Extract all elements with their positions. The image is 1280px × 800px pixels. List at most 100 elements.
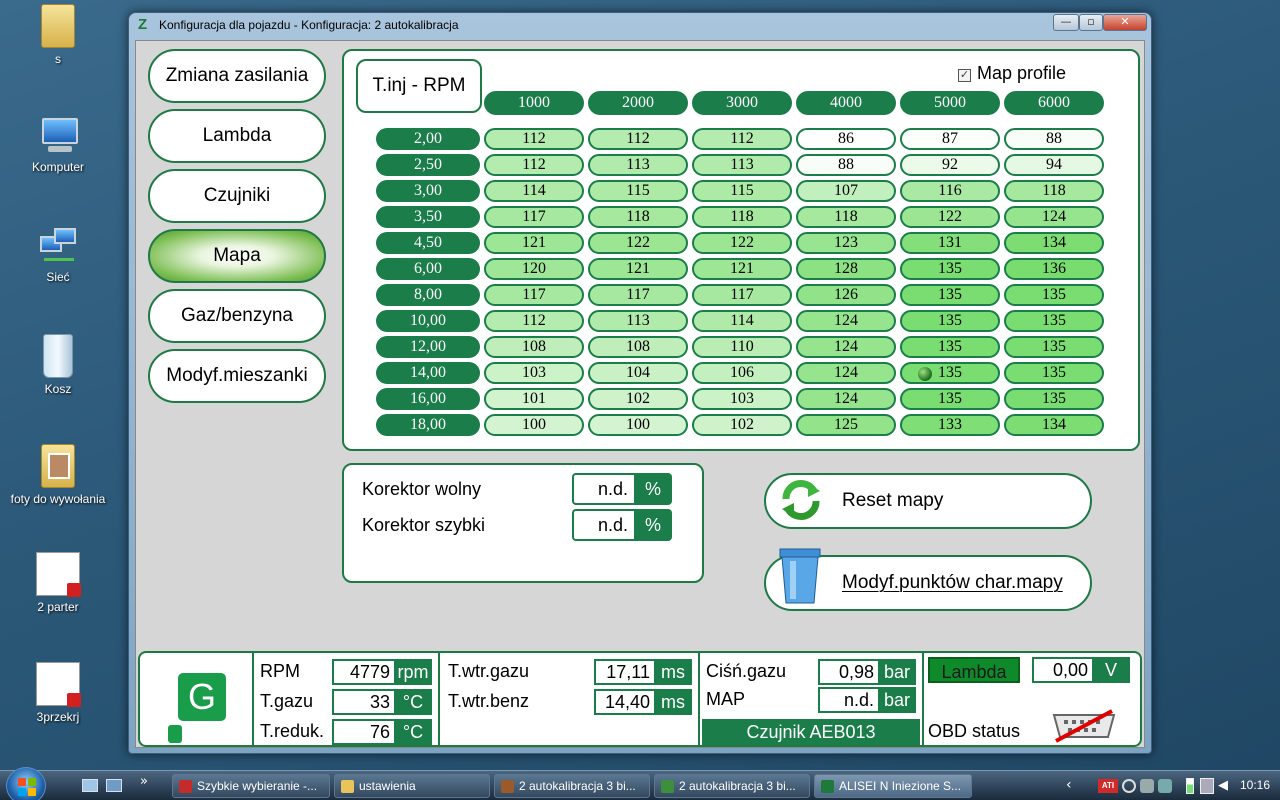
map-cell[interactable]: 123	[796, 232, 896, 254]
map-cell[interactable]: 117	[484, 284, 584, 306]
volume-icon[interactable]: ◀	[1218, 778, 1232, 794]
map-cell[interactable]: 133	[900, 414, 1000, 436]
reset-map-button[interactable]: Reset mapy	[764, 473, 1092, 529]
map-cell[interactable]: 112	[692, 128, 792, 150]
title-bar[interactable]: Z Konfiguracja dla pojazdu - Konfiguracj…	[129, 13, 1151, 39]
map-cell[interactable]: 100	[484, 414, 584, 436]
map-cell[interactable]: 112	[484, 154, 584, 176]
map-cell[interactable]: 115	[588, 180, 688, 202]
map-cell[interactable]: 112	[484, 310, 584, 332]
map-cell[interactable]: 112	[484, 128, 584, 150]
map-cell[interactable]: 135	[900, 258, 1000, 280]
map-cell[interactable]: 131	[900, 232, 1000, 254]
map-cell[interactable]: 121	[588, 258, 688, 280]
map-cell[interactable]: 135	[1004, 388, 1104, 410]
quicklaunch-switch-icon[interactable]	[106, 779, 122, 792]
nav-button-5[interactable]: Modyf.mieszanki	[148, 349, 326, 403]
tray-chevron[interactable]: ‹	[1066, 777, 1072, 793]
map-cell[interactable]: 121	[484, 232, 584, 254]
map-cell[interactable]: 114	[484, 180, 584, 202]
taskbar-task-button[interactable]: 2 autokalibracja 3 bi...	[654, 774, 810, 798]
taskbar-task-button[interactable]: Szybkie wybieranie -...	[172, 774, 330, 798]
desktop-icon-3przekrj[interactable]: 3przekrj	[8, 662, 108, 724]
nav-button-4[interactable]: Gaz/benzyna	[148, 289, 326, 343]
map-cell[interactable]: 124	[796, 310, 896, 332]
map-cell[interactable]: 135	[900, 336, 1000, 358]
quicklaunch-desktop-icon[interactable]	[82, 779, 98, 792]
map-cell[interactable]: 135	[1004, 284, 1104, 306]
map-cell[interactable]: 113	[692, 154, 792, 176]
quicklaunch-chevron[interactable]: »	[140, 774, 148, 789]
map-cell[interactable]: 86	[796, 128, 896, 150]
map-cell[interactable]: 135	[1004, 336, 1104, 358]
map-cell[interactable]: 101	[484, 388, 584, 410]
map-cell[interactable]: 125	[796, 414, 896, 436]
korektor-szybki-value[interactable]: n.d.	[572, 509, 634, 541]
taskbar-task-button[interactable]: ustawienia	[334, 774, 490, 798]
map-cell[interactable]: 121	[692, 258, 792, 280]
map-cell[interactable]: 122	[588, 232, 688, 254]
desktop-icon-siec[interactable]: Sieć	[8, 226, 108, 284]
map-cell[interactable]: 114	[692, 310, 792, 332]
nav-button-1[interactable]: Lambda	[148, 109, 326, 163]
tray-icon[interactable]	[1122, 779, 1136, 793]
map-cell[interactable]: 107	[796, 180, 896, 202]
desktop-icon-komputer[interactable]: Komputer	[8, 116, 108, 174]
map-cell[interactable]: 124	[796, 336, 896, 358]
checkbox-checked-icon[interactable]: ✓	[958, 69, 971, 82]
close-button[interactable]: ✕	[1103, 14, 1147, 31]
map-cell[interactable]: 88	[796, 154, 896, 176]
map-cell[interactable]: 117	[484, 206, 584, 228]
map-cell[interactable]: 88	[1004, 128, 1104, 150]
map-cell[interactable]: 122	[900, 206, 1000, 228]
map-cell[interactable]: 110	[692, 336, 792, 358]
nav-button-3[interactable]: Mapa	[148, 229, 326, 283]
map-cell[interactable]: 135	[900, 310, 1000, 332]
map-cell[interactable]: 120	[484, 258, 584, 280]
desktop-icon-s[interactable]: s	[8, 4, 108, 66]
map-cell[interactable]: 134	[1004, 232, 1104, 254]
map-cell[interactable]: 102	[588, 388, 688, 410]
battery-icon[interactable]	[1186, 778, 1194, 794]
map-cell[interactable]: 104	[588, 362, 688, 384]
map-cell[interactable]: 135	[900, 362, 1000, 384]
map-cell[interactable]: 108	[588, 336, 688, 358]
map-profile-checkbox[interactable]: ✓ Map profile	[958, 63, 1066, 84]
map-cell[interactable]: 118	[796, 206, 896, 228]
korektor-wolny-value[interactable]: n.d.	[572, 473, 634, 505]
map-cell[interactable]: 135	[1004, 310, 1104, 332]
map-cell[interactable]: 116	[900, 180, 1000, 202]
map-cell[interactable]: 94	[1004, 154, 1104, 176]
minimize-button[interactable]: —	[1053, 14, 1079, 31]
map-cell[interactable]: 106	[692, 362, 792, 384]
map-cell[interactable]: 118	[692, 206, 792, 228]
map-cell[interactable]: 135	[900, 388, 1000, 410]
map-cell[interactable]: 117	[692, 284, 792, 306]
tray-icon[interactable]	[1158, 779, 1172, 793]
map-cell[interactable]: 124	[1004, 206, 1104, 228]
nav-button-0[interactable]: Zmiana zasilania	[148, 49, 326, 103]
map-cell[interactable]: 118	[1004, 180, 1104, 202]
map-cell[interactable]: 112	[588, 128, 688, 150]
map-cell[interactable]: 126	[796, 284, 896, 306]
map-cell[interactable]: 124	[796, 388, 896, 410]
network-tray-icon[interactable]	[1200, 778, 1214, 794]
map-cell[interactable]: 92	[900, 154, 1000, 176]
map-cell[interactable]: 117	[588, 284, 688, 306]
desktop-icon-2parter[interactable]: 2 parter	[8, 552, 108, 614]
map-cell[interactable]: 124	[796, 362, 896, 384]
map-cell[interactable]: 136	[1004, 258, 1104, 280]
map-cell[interactable]: 100	[588, 414, 688, 436]
taskbar-task-button[interactable]: ALISEI N Iniezione S...	[814, 774, 972, 798]
map-cell[interactable]: 115	[692, 180, 792, 202]
map-cell[interactable]: 135	[900, 284, 1000, 306]
map-cell[interactable]: 134	[1004, 414, 1104, 436]
map-cell[interactable]: 128	[796, 258, 896, 280]
map-cell[interactable]: 113	[588, 154, 688, 176]
nav-button-2[interactable]: Czujniki	[148, 169, 326, 223]
tray-icon[interactable]	[1140, 779, 1154, 793]
clock[interactable]: 10:16	[1240, 778, 1270, 792]
start-button[interactable]	[6, 767, 46, 800]
modify-points-button[interactable]: Modyf.punktów char.mapy	[764, 548, 1092, 611]
map-cell[interactable]: 87	[900, 128, 1000, 150]
